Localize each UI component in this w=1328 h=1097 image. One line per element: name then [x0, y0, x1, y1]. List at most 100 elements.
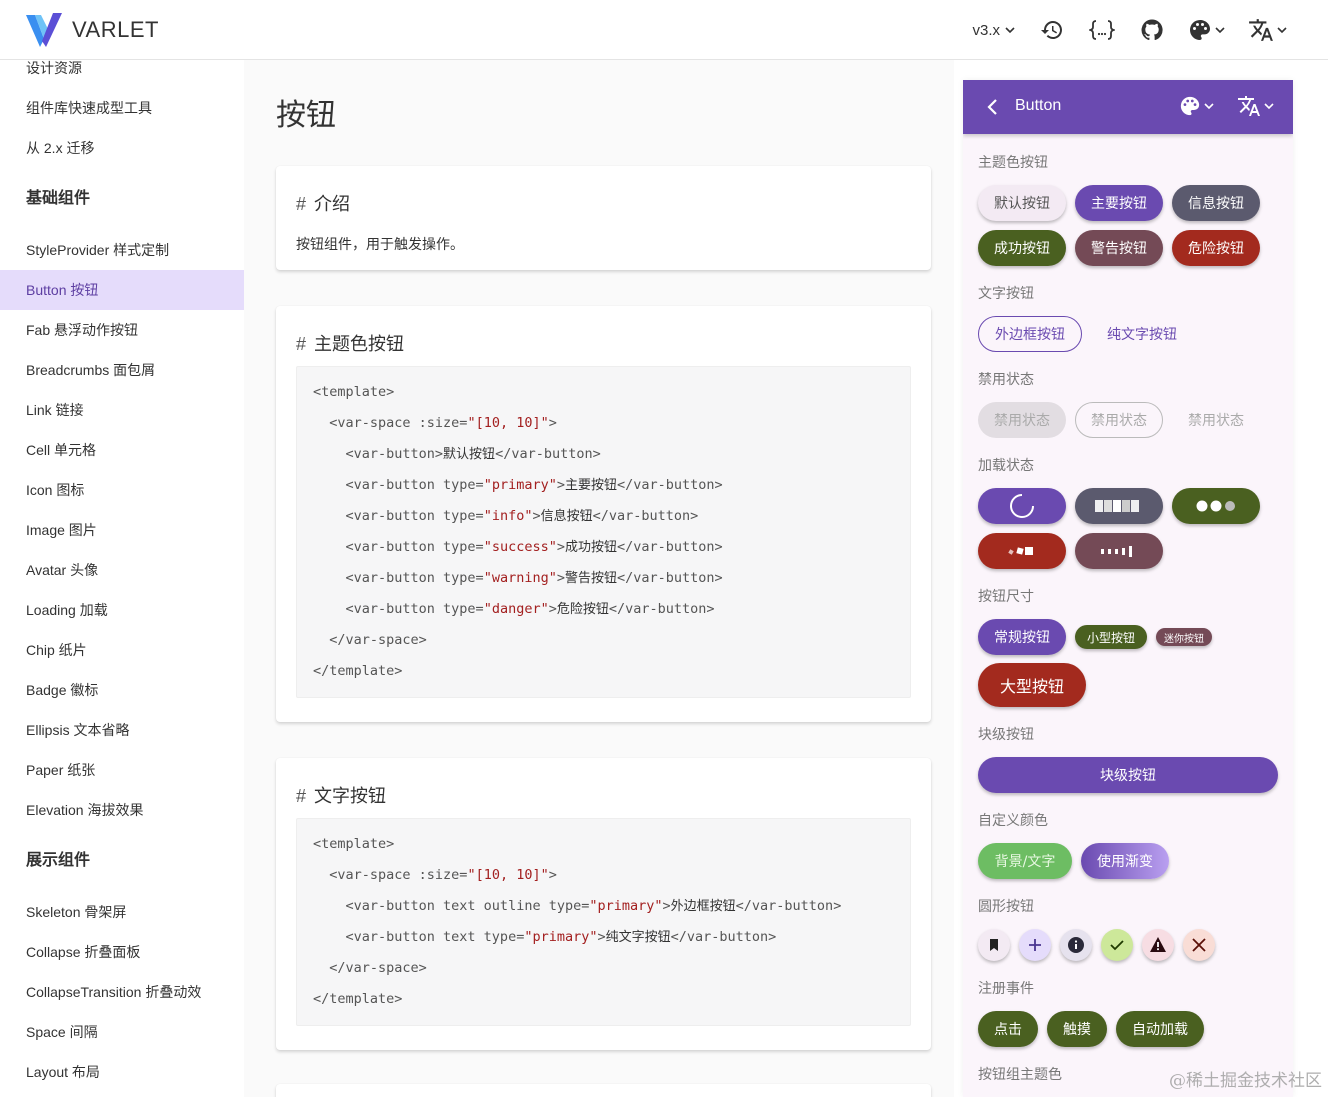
disabled-text-button: 禁用状态: [1188, 413, 1244, 429]
text-button[interactable]: 纯文字按钮: [1091, 316, 1193, 352]
code-line: <var-button text outline type="primary">…: [313, 898, 842, 914]
palette-icon: [1190, 20, 1210, 40]
github-icon[interactable]: [1138, 16, 1166, 44]
sidebar-item-loading[interactable]: Loading 加载: [0, 590, 244, 630]
warning-icon: [1150, 937, 1166, 952]
primary-button[interactable]: 主要按钮: [1075, 185, 1163, 221]
code-line: <var-button text type="primary">纯文字按钮</v…: [313, 929, 777, 945]
theme-heading: # 主题色按钮: [296, 334, 405, 354]
chevron-down-icon: [1005, 27, 1015, 34]
info-icon: [1068, 937, 1084, 953]
sidebar-item-cell[interactable]: Cell 单元格: [0, 430, 244, 470]
touch-button[interactable]: 触摸: [1047, 1011, 1107, 1047]
warning-button[interactable]: 警告按钮: [1075, 230, 1163, 266]
info-button[interactable]: 信息按钮: [1172, 185, 1260, 221]
success-button[interactable]: 成功按钮: [978, 230, 1066, 266]
text-code-block: <template> <var-space :size="[10, 10]"> …: [296, 818, 911, 1026]
sidebar-item-badge[interactable]: Badge 徽标: [0, 670, 244, 710]
sidebar-item-button[interactable]: Button 按钮: [0, 270, 244, 310]
sidebar-item-prototype-tool[interactable]: 组件库快速成型工具: [0, 88, 244, 128]
sidebar-item-link[interactable]: Link 链接: [0, 390, 244, 430]
loading-rect-button[interactable]: [1075, 533, 1163, 569]
default-button[interactable]: 默认按钮: [978, 185, 1066, 221]
section-title-disabled: 禁用状态: [978, 371, 1034, 387]
loading-circle-button[interactable]: [978, 488, 1066, 524]
sidebar-item-collapse-transition[interactable]: CollapseTransition 折叠动效: [0, 972, 244, 1012]
loading-wave-icon: [1095, 500, 1139, 512]
theme-switch[interactable]: [1188, 18, 1226, 42]
sidebar-item-breadcrumbs[interactable]: Breadcrumbs 面包屑: [0, 350, 244, 390]
round-plus-button[interactable]: [1019, 929, 1051, 961]
danger-button[interactable]: 危险按钮: [1172, 230, 1260, 266]
sidebar-item-paper[interactable]: Paper 纸张: [0, 750, 244, 790]
sidebar-item-image[interactable]: Image 图片: [0, 510, 244, 550]
block-button[interactable]: 块级按钮: [978, 757, 1278, 793]
app-bar: Button: [963, 80, 1293, 134]
round-warning-button[interactable]: [1142, 929, 1174, 961]
varlet-logo-icon[interactable]: [26, 13, 62, 47]
sidebar-item-styleprovider[interactable]: StyleProvider 样式定制: [0, 230, 244, 270]
code-line: <template>: [313, 836, 395, 852]
sidebar-item-skeleton[interactable]: Skeleton 骨架屏: [0, 892, 244, 932]
sidebar: 设计资源 组件库快速成型工具 从 2.x 迁移 基础组件 StyleProvid…: [0, 60, 244, 1097]
main-content: 按钮 # 介绍 按钮组件，用于触发操作。 # 主题色按钮 <template> <v…: [244, 60, 954, 1097]
sidebar-item-space[interactable]: Space 间隔: [0, 1012, 244, 1052]
theme-code-block: <template> <var-space :size="[10, 10]"> …: [296, 366, 911, 698]
outline-button[interactable]: 外边框按钮: [978, 316, 1082, 352]
code-line: <var-space :size="[10, 10]">: [313, 415, 557, 431]
normal-size-button[interactable]: 常规按钮: [978, 619, 1066, 655]
round-close-button[interactable]: [1183, 929, 1215, 961]
sidebar-group-basic: 基础组件: [26, 190, 91, 207]
sidebar-item-migration[interactable]: 从 2.x 迁移: [0, 128, 244, 168]
code-line: <var-button type="success">成功按钮</var-but…: [313, 539, 723, 555]
sidebar-group-display: 展示组件: [26, 852, 91, 869]
code-line: <var-button type="warning">警告按钮</var-but…: [313, 570, 723, 586]
chevron-down-icon: [1277, 27, 1287, 34]
sidebar-item-chip[interactable]: Chip 纸片: [0, 630, 244, 670]
gradient-button[interactable]: 使用渐变: [1081, 843, 1169, 879]
sidebar-item-elevation[interactable]: Elevation 海拔效果: [0, 790, 244, 830]
custom-color-button[interactable]: 背景/文字: [978, 843, 1072, 879]
mini-size-button[interactable]: 迷你按钮: [1156, 628, 1212, 646]
intro-text: 按钮组件，用于触发操作。: [296, 236, 464, 252]
version-label: v3.x: [972, 21, 1000, 39]
round-bookmark-button[interactable]: [978, 929, 1010, 961]
version-select[interactable]: v3.x: [972, 22, 1016, 39]
sidebar-item-layout[interactable]: Layout 布局: [0, 1052, 244, 1092]
disabled-button: 禁用状态: [978, 402, 1066, 438]
round-check-button[interactable]: [1101, 929, 1133, 961]
history-icon[interactable]: [1038, 16, 1066, 44]
brand-name[interactable]: VARLET: [72, 17, 159, 43]
mobile-theme-switch[interactable]: [1179, 95, 1215, 117]
section-title-events: 注册事件: [978, 980, 1034, 996]
section-title-group: 按钮组主题色: [978, 1066, 1062, 1082]
auto-loading-button[interactable]: 自动加载: [1116, 1011, 1204, 1047]
sidebar-item-design-resources[interactable]: 设计资源: [0, 60, 244, 88]
loading-wave-button[interactable]: [1075, 488, 1163, 524]
language-switch[interactable]: [1248, 17, 1288, 43]
top-header: VARLET v3.x: [0, 0, 1328, 60]
mobile-language-switch[interactable]: [1237, 94, 1275, 118]
code-line: <var-button>默认按钮</var-button>: [313, 446, 601, 462]
loading-cube-button[interactable]: [978, 533, 1066, 569]
palette-icon: [1180, 96, 1200, 116]
section-title-custom: 自定义颜色: [978, 812, 1048, 828]
sidebar-item-avatar[interactable]: Avatar 头像: [0, 550, 244, 590]
small-size-button[interactable]: 小型按钮: [1075, 625, 1147, 649]
loading-rect-icon: [1101, 546, 1132, 557]
sidebar-item-ellipsis[interactable]: Ellipsis 文本省略: [0, 710, 244, 750]
sidebar-item-collapse[interactable]: Collapse 折叠面板: [0, 932, 244, 972]
loading-dots-button[interactable]: [1172, 488, 1260, 524]
text-button-heading: # 文字按钮: [296, 786, 387, 806]
large-size-button[interactable]: 大型按钮: [978, 663, 1086, 707]
code-line: </template>: [313, 991, 403, 1007]
chevron-down-icon: [1204, 103, 1214, 110]
code-braces-icon[interactable]: [1088, 16, 1116, 44]
chevron-left-icon[interactable]: [981, 95, 1005, 119]
section-title-block: 块级按钮: [978, 726, 1034, 742]
click-button[interactable]: 点击: [978, 1011, 1038, 1047]
round-info-button[interactable]: [1060, 929, 1092, 961]
section-title-round: 圆形按钮: [978, 898, 1034, 914]
sidebar-item-fab[interactable]: Fab 悬浮动作按钮: [0, 310, 244, 350]
sidebar-item-icon[interactable]: Icon 图标: [0, 470, 244, 510]
